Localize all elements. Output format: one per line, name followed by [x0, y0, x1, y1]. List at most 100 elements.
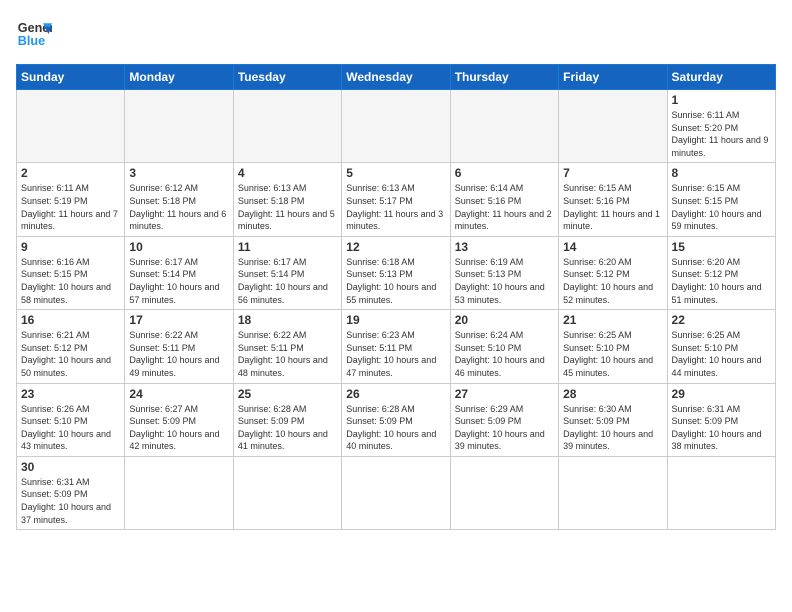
- calendar-cell: [559, 456, 667, 529]
- day-number: 18: [238, 313, 337, 327]
- day-info: Sunrise: 6:17 AMSunset: 5:14 PMDaylight:…: [238, 256, 337, 306]
- day-number: 25: [238, 387, 337, 401]
- day-number: 30: [21, 460, 120, 474]
- calendar-row: 23 Sunrise: 6:26 AMSunset: 5:10 PMDayligh…: [17, 383, 776, 456]
- calendar-cell: 4 Sunrise: 6:13 AMSunset: 5:18 PMDaylight…: [233, 163, 341, 236]
- calendar-cell: 5Sunrise: 6:13 AMSunset: 5:17 PMDaylight…: [342, 163, 450, 236]
- day-number: 22: [672, 313, 771, 327]
- calendar-cell: 27 Sunrise: 6:29 AMSunset: 5:09 PMDayligh…: [450, 383, 558, 456]
- calendar-row: 2 Sunrise: 6:11 AMSunset: 5:19 PMDaylight…: [17, 163, 776, 236]
- weekday-header: Thursday: [450, 65, 558, 90]
- calendar-cell: 10 Sunrise: 6:17 AMSunset: 5:14 PMDayligh…: [125, 236, 233, 309]
- day-number: 8: [672, 166, 771, 180]
- page-header: General Blue: [16, 16, 776, 52]
- day-info: Sunrise: 6:13 AMSunset: 5:17 PMDaylight:…: [346, 182, 445, 232]
- day-number: 27: [455, 387, 554, 401]
- day-info: Sunrise: 6:18 AMSunset: 5:13 PMDaylight:…: [346, 256, 445, 306]
- day-info: Sunrise: 6:29 AMSunset: 5:09 PMDaylight:…: [455, 403, 554, 453]
- day-info: Sunrise: 6:14 AMSunset: 5:16 PMDaylight:…: [455, 182, 554, 232]
- day-number: 1: [672, 93, 771, 107]
- calendar-cell: [559, 90, 667, 163]
- day-info: Sunrise: 6:31 AMSunset: 5:09 PMDaylight:…: [21, 476, 120, 526]
- calendar-cell: 18 Sunrise: 6:22 AMSunset: 5:11 PMDayligh…: [233, 310, 341, 383]
- day-info: Sunrise: 6:11 AMSunset: 5:19 PMDaylight:…: [21, 182, 120, 232]
- calendar-row: 16Sunrise: 6:21 AMSunset: 5:12 PMDayligh…: [17, 310, 776, 383]
- calendar-cell: 17 Sunrise: 6:22 AMSunset: 5:11 PMDayligh…: [125, 310, 233, 383]
- day-number: 26: [346, 387, 445, 401]
- day-number: 12: [346, 240, 445, 254]
- calendar-row: 9 Sunrise: 6:16 AMSunset: 5:15 PMDaylight…: [17, 236, 776, 309]
- weekday-header: Sunday: [17, 65, 125, 90]
- logo-icon: General Blue: [16, 16, 52, 52]
- day-info: Sunrise: 6:22 AMSunset: 5:11 PMDaylight:…: [129, 329, 228, 379]
- calendar-cell: 30 Sunrise: 6:31 AMSunset: 5:09 PMDayligh…: [17, 456, 125, 529]
- calendar-cell: 14 Sunrise: 6:20 AMSunset: 5:12 PMDayligh…: [559, 236, 667, 309]
- weekday-header: Monday: [125, 65, 233, 90]
- calendar-cell: 29 Sunrise: 6:31 AMSunset: 5:09 PMDayligh…: [667, 383, 775, 456]
- day-number: 24: [129, 387, 228, 401]
- day-info: Sunrise: 6:22 AMSunset: 5:11 PMDaylight:…: [238, 329, 337, 379]
- weekday-header: Saturday: [667, 65, 775, 90]
- calendar-cell: 9 Sunrise: 6:16 AMSunset: 5:15 PMDaylight…: [17, 236, 125, 309]
- day-number: 6: [455, 166, 554, 180]
- calendar-cell: 19Sunrise: 6:23 AMSunset: 5:11 PMDayligh…: [342, 310, 450, 383]
- calendar-cell: 12 Sunrise: 6:18 AMSunset: 5:13 PMDayligh…: [342, 236, 450, 309]
- calendar-cell: [125, 90, 233, 163]
- day-info: Sunrise: 6:15 AMSunset: 5:16 PMDaylight:…: [563, 182, 662, 232]
- day-info: Sunrise: 6:19 AMSunset: 5:13 PMDaylight:…: [455, 256, 554, 306]
- svg-text:Blue: Blue: [18, 34, 45, 48]
- calendar-cell: 8 Sunrise: 6:15 AMSunset: 5:15 PMDaylight…: [667, 163, 775, 236]
- day-info: Sunrise: 6:28 AMSunset: 5:09 PMDaylight:…: [346, 403, 445, 453]
- day-number: 10: [129, 240, 228, 254]
- weekday-header: Tuesday: [233, 65, 341, 90]
- day-number: 9: [21, 240, 120, 254]
- calendar-cell: 3 Sunrise: 6:12 AMSunset: 5:18 PMDaylight…: [125, 163, 233, 236]
- calendar-cell: 13 Sunrise: 6:19 AMSunset: 5:13 PMDayligh…: [450, 236, 558, 309]
- calendar-cell: 22 Sunrise: 6:25 AMSunset: 5:10 PMDayligh…: [667, 310, 775, 383]
- day-info: Sunrise: 6:26 AMSunset: 5:10 PMDaylight:…: [21, 403, 120, 453]
- calendar-cell: 20Sunrise: 6:24 AMSunset: 5:10 PMDayligh…: [450, 310, 558, 383]
- calendar-cell: 2 Sunrise: 6:11 AMSunset: 5:19 PMDaylight…: [17, 163, 125, 236]
- day-number: 17: [129, 313, 228, 327]
- day-info: Sunrise: 6:12 AMSunset: 5:18 PMDaylight:…: [129, 182, 228, 232]
- day-number: 11: [238, 240, 337, 254]
- day-number: 13: [455, 240, 554, 254]
- calendar-cell: 6 Sunrise: 6:14 AMSunset: 5:16 PMDaylight…: [450, 163, 558, 236]
- day-number: 28: [563, 387, 662, 401]
- weekday-header: Friday: [559, 65, 667, 90]
- calendar-cell: 16Sunrise: 6:21 AMSunset: 5:12 PMDayligh…: [17, 310, 125, 383]
- calendar-cell: [125, 456, 233, 529]
- day-info: Sunrise: 6:13 AMSunset: 5:18 PMDaylight:…: [238, 182, 337, 232]
- day-number: 29: [672, 387, 771, 401]
- calendar-cell: [342, 90, 450, 163]
- day-info: Sunrise: 6:15 AMSunset: 5:15 PMDaylight:…: [672, 182, 771, 232]
- day-info: Sunrise: 6:27 AMSunset: 5:09 PMDaylight:…: [129, 403, 228, 453]
- calendar-cell: 23 Sunrise: 6:26 AMSunset: 5:10 PMDayligh…: [17, 383, 125, 456]
- calendar-cell: [450, 90, 558, 163]
- calendar-cell: 15Sunrise: 6:20 AMSunset: 5:12 PMDayligh…: [667, 236, 775, 309]
- day-info: Sunrise: 6:11 AMSunset: 5:20 PMDaylight:…: [672, 109, 771, 159]
- calendar-cell: 11 Sunrise: 6:17 AMSunset: 5:14 PMDayligh…: [233, 236, 341, 309]
- calendar-cell: [342, 456, 450, 529]
- calendar-cell: [450, 456, 558, 529]
- day-info: Sunrise: 6:25 AMSunset: 5:10 PMDaylight:…: [672, 329, 771, 379]
- day-number: 14: [563, 240, 662, 254]
- calendar-cell: [17, 90, 125, 163]
- day-info: Sunrise: 6:20 AMSunset: 5:12 PMDaylight:…: [672, 256, 771, 306]
- day-info: Sunrise: 6:28 AMSunset: 5:09 PMDaylight:…: [238, 403, 337, 453]
- calendar-cell: 1 Sunrise: 6:11 AMSunset: 5:20 PMDaylight…: [667, 90, 775, 163]
- weekday-header-row: SundayMondayTuesdayWednesdayThursdayFrid…: [17, 65, 776, 90]
- day-number: 23: [21, 387, 120, 401]
- day-info: Sunrise: 6:16 AMSunset: 5:15 PMDaylight:…: [21, 256, 120, 306]
- calendar-cell: [233, 90, 341, 163]
- weekday-header: Wednesday: [342, 65, 450, 90]
- calendar-cell: 21Sunrise: 6:25 AMSunset: 5:10 PMDayligh…: [559, 310, 667, 383]
- day-number: 2: [21, 166, 120, 180]
- day-info: Sunrise: 6:24 AMSunset: 5:10 PMDaylight:…: [455, 329, 554, 379]
- day-info: Sunrise: 6:31 AMSunset: 5:09 PMDaylight:…: [672, 403, 771, 453]
- day-number: 4: [238, 166, 337, 180]
- day-number: 3: [129, 166, 228, 180]
- day-info: Sunrise: 6:17 AMSunset: 5:14 PMDaylight:…: [129, 256, 228, 306]
- day-info: Sunrise: 6:20 AMSunset: 5:12 PMDaylight:…: [563, 256, 662, 306]
- calendar-cell: 7Sunrise: 6:15 AMSunset: 5:16 PMDaylight…: [559, 163, 667, 236]
